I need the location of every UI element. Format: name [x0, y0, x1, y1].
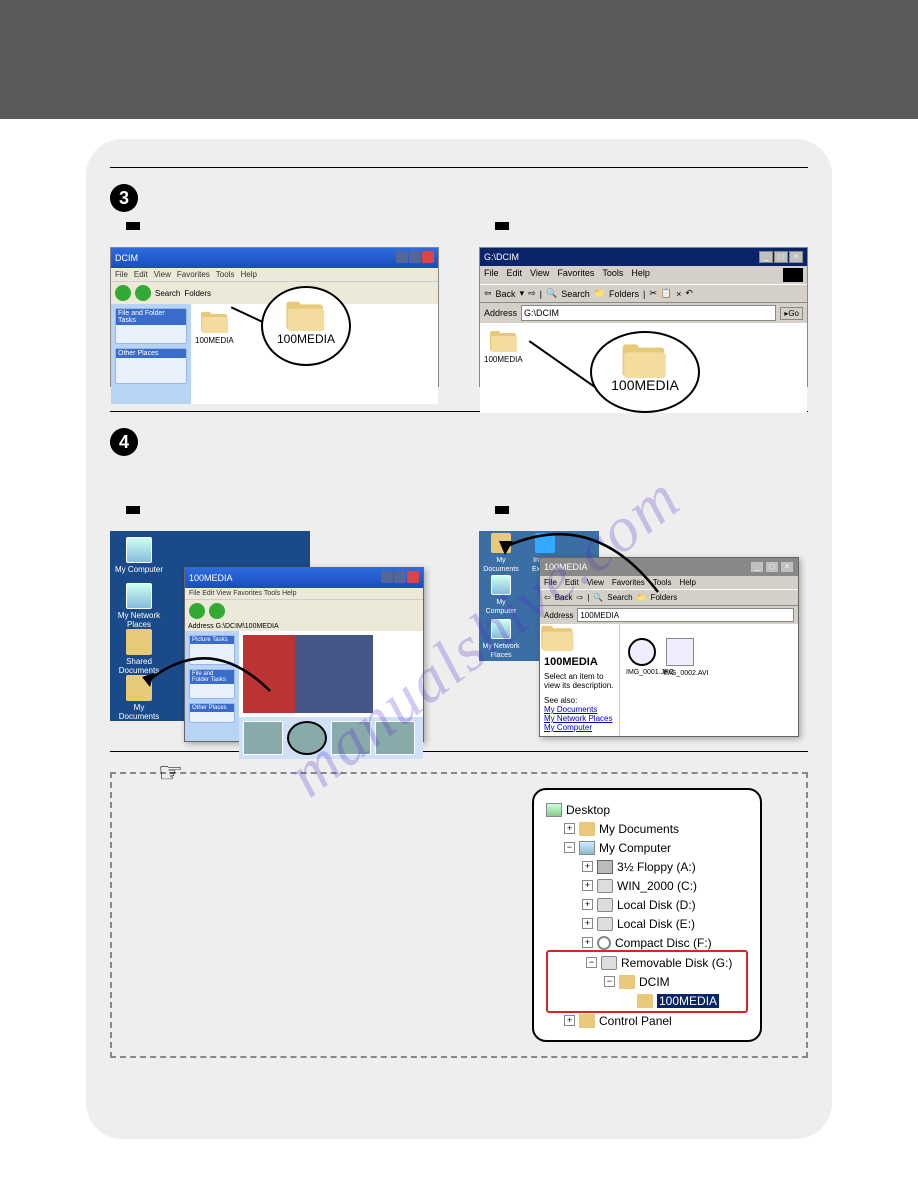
menubar[interactable]: FileEditViewFavoritesToolsHelp [111, 268, 438, 281]
bullet-icon [495, 506, 509, 514]
preview-image [243, 635, 373, 713]
folder-heading: 100MEDIA [544, 656, 615, 668]
go-button[interactable]: ▸Go [780, 307, 803, 320]
tree-node-desktop[interactable]: Desktop [546, 800, 748, 819]
tree-node-mydocs[interactable]: +My Documents [546, 819, 748, 838]
back-button[interactable] [115, 285, 131, 301]
my-documents-icon[interactable] [491, 533, 511, 553]
window-controls[interactable]: _□× [758, 251, 803, 263]
folder-label: 100MEDIA [484, 355, 523, 364]
link[interactable]: My Computer [544, 723, 615, 732]
collapse-icon[interactable]: − [564, 842, 575, 853]
callout: 100MEDIA [261, 286, 351, 366]
page-frame: manualshive.com 3 DCIM FileEditViewFavor… [86, 139, 832, 1139]
tree-node-drive-c[interactable]: +WIN_2000 (C:) [546, 876, 748, 895]
file-icon-selected[interactable]: IMG_0001.JPG [628, 638, 656, 666]
folder-label: 100MEDIA [195, 336, 234, 345]
address-bar[interactable]: Address ▸Go [480, 303, 807, 323]
thumbnail-selected[interactable] [287, 721, 327, 755]
link[interactable]: My Documents [544, 705, 615, 714]
header-bar [0, 0, 918, 119]
thumbnail[interactable] [375, 721, 415, 755]
explorer-window: 100MEDIA File Edit View Favorites Tools … [184, 567, 424, 742]
tree-node-control-panel[interactable]: +Control Panel [546, 1011, 748, 1030]
folder-tree: Desktop +My Documents −My Computer +3½ F… [532, 788, 762, 1042]
step-4-badge: 4 [110, 428, 138, 456]
folder-icon[interactable] [201, 312, 229, 334]
toolbar[interactable]: ⇦Back▾⇨| 🔍Search 📁Folders |✂📋×↶ [480, 284, 807, 303]
tree-node-100media[interactable]: 100MEDIA [550, 991, 744, 1010]
screenshot-2k-dcim: G:\DCIM _□× FileEditViewFavoritesToolsHe… [479, 247, 808, 387]
expand-icon[interactable]: + [564, 823, 575, 834]
window-controls[interactable] [395, 251, 434, 265]
throbber-icon [783, 268, 803, 282]
my-computer-icon[interactable] [491, 575, 511, 595]
tree-node-drive-d[interactable]: +Local Disk (D:) [546, 895, 748, 914]
thumbnail[interactable] [331, 721, 371, 755]
menubar[interactable]: FileEditViewFavoritesToolsHelp [480, 266, 807, 284]
address-input[interactable] [521, 305, 776, 321]
divider [110, 751, 808, 752]
network-icon[interactable] [126, 583, 152, 609]
window-title: DCIM [115, 253, 138, 263]
pointing-hand-icon: ☞ [158, 756, 183, 789]
collapse-icon[interactable]: − [586, 957, 597, 968]
bullet-icon [495, 222, 509, 230]
callout: 100MEDIA [590, 331, 700, 413]
tree-node-mycomputer[interactable]: −My Computer [546, 838, 748, 857]
bullet-icon [126, 506, 140, 514]
collapse-icon[interactable]: − [604, 976, 615, 987]
tip-panel: ☞ Desktop +My Documents −My Computer +3½… [110, 772, 808, 1058]
my-documents-icon[interactable] [126, 675, 152, 701]
explorer-window: 100MEDIA_□× FileEditViewFavoritesToolsHe… [539, 557, 799, 737]
tree-node-floppy[interactable]: +3½ Floppy (A:) [546, 857, 748, 876]
tree-node-removable[interactable]: −Removable Disk (G:) [550, 953, 744, 972]
my-computer-icon[interactable] [126, 537, 152, 563]
folder-icon[interactable] [490, 331, 518, 353]
shared-docs-icon[interactable] [126, 629, 152, 655]
tree-node-drive-e[interactable]: +Local Disk (E:) [546, 914, 748, 933]
file-icon[interactable]: IMG_0002.AVI [666, 638, 694, 666]
forward-button[interactable] [135, 285, 151, 301]
sidebar: File and Folder Tasks Other Places [111, 304, 191, 404]
link[interactable]: My Network Places [544, 714, 615, 723]
network-icon[interactable] [491, 619, 511, 639]
screenshot-xp-dcim: DCIM FileEditViewFavoritesToolsHelp Sear… [110, 247, 439, 387]
highlight-frame: −Removable Disk (G:) −DCIM 100MEDIA [546, 950, 748, 1013]
divider [110, 167, 808, 168]
window-title: G:\DCIM [484, 252, 519, 262]
step-3-badge: 3 [110, 184, 138, 212]
thumbnail[interactable] [243, 721, 283, 755]
tree-node-dcim[interactable]: −DCIM [550, 972, 744, 991]
ie-icon[interactable] [535, 533, 555, 553]
bullet-icon [126, 222, 140, 230]
